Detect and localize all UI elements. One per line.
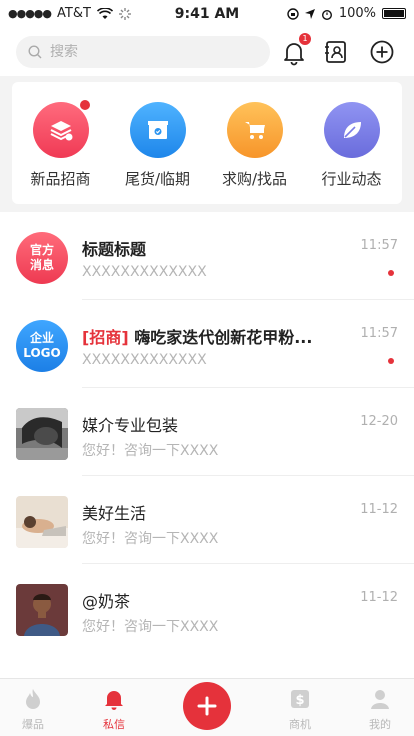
category-icon-bg [32, 102, 89, 158]
plus-icon [197, 696, 217, 716]
category-industry-news[interactable]: 行业动态 [303, 102, 400, 189]
avatar-text-line: LOGO [23, 346, 61, 360]
message-list: 官方 消息 标题标题 XXXXXXXXXXXXX 11:57 企业 LOGO [… [0, 212, 414, 678]
contacts-icon[interactable] [322, 38, 350, 66]
avatar-photo [16, 496, 68, 548]
new-dot [80, 100, 90, 110]
message-row-good-life[interactable]: 美好生活 您好！咨询一下XXXX 11-12 [0, 476, 414, 564]
orientation-lock-icon [287, 7, 299, 20]
leaf-icon [343, 122, 361, 138]
svg-text:$: $ [295, 693, 304, 708]
tab-hot-products[interactable]: 爆品 [3, 687, 63, 732]
layers-icon [50, 121, 72, 141]
message-preview: 您好！咨询一下XXXX [82, 619, 219, 635]
category-icon-bg [129, 102, 186, 158]
avatar-photo [16, 408, 68, 460]
battery-icon [382, 8, 406, 19]
avatar-photo [16, 584, 68, 636]
alarm-icon [321, 9, 332, 20]
message-row-enterprise[interactable]: 企业 LOGO [招商] 嗨吃家迭代创新花甲粉... XXXXXXXXXXXXX… [0, 300, 414, 388]
status-right: 100% [287, 6, 406, 21]
bell-icon [105, 691, 123, 710]
location-icon [304, 8, 315, 19]
message-row-official[interactable]: 官方 消息 标题标题 XXXXXXXXXXXXX 11:57 [0, 212, 414, 300]
message-title: 美好生活 [82, 504, 147, 523]
category-panel: 新品招商 尾货/临期 求购/找品 行业动态 [12, 82, 402, 204]
message-title: 媒介专业包装 [82, 416, 179, 435]
flame-icon [26, 689, 40, 709]
tab-profile[interactable]: 我的 [350, 687, 410, 732]
message-row-milk-tea[interactable]: @奶茶 您好！咨询一下XXXX 11-12 [0, 564, 414, 652]
category-label: 新品招商 [30, 170, 91, 188]
category-icon-bg [323, 102, 380, 158]
message-row-packaging[interactable]: 媒介专业包装 您好！咨询一下XXXX 12-20 [0, 388, 414, 476]
message-tag: [招商] [82, 328, 129, 347]
tab-messages[interactable]: 私信 [84, 687, 144, 732]
post-button[interactable] [183, 682, 231, 730]
message-preview: 您好！咨询一下XXXX [82, 531, 219, 547]
message-preview: XXXXXXXXXXXXX [82, 264, 207, 280]
tab-label: 商机 [289, 718, 311, 731]
tab-label: 爆品 [22, 718, 44, 731]
category-clearance[interactable]: 尾货/临期 [109, 102, 206, 189]
avatar-text-line: 企业 [29, 331, 54, 345]
message-time: 11:57 [360, 326, 398, 341]
message-time: 12-20 [360, 414, 398, 429]
box-icon [147, 121, 168, 139]
category-label: 尾货/临期 [124, 170, 191, 188]
person-icon [371, 690, 389, 709]
tab-label: 私信 [103, 718, 125, 731]
category-icon-bg [226, 102, 283, 158]
message-title: [招商] 嗨吃家迭代创新花甲粉... [82, 324, 332, 348]
search-bar[interactable] [16, 36, 270, 68]
add-icon[interactable] [368, 38, 396, 66]
battery-label: 100% [338, 6, 376, 21]
category-label: 求购/找品 [221, 170, 288, 188]
unread-dot [388, 270, 394, 276]
message-time: 11:57 [360, 238, 398, 253]
category-new-products[interactable]: 新品招商 [12, 100, 109, 189]
unread-dot [388, 358, 394, 364]
header: 1 [0, 28, 414, 76]
message-preview: 您好！咨询一下XXXX [82, 443, 219, 459]
search-input[interactable] [50, 44, 250, 60]
tab-label: 我的 [369, 718, 391, 731]
category-label: 行业动态 [321, 170, 382, 188]
cart-icon [244, 122, 265, 139]
notification-badge: 1 [299, 33, 311, 45]
category-purchase[interactable]: 求购/找品 [206, 102, 303, 189]
message-time: 11-12 [360, 590, 398, 605]
message-preview: XXXXXXXXXXXXX [82, 352, 207, 368]
message-title: 标题标题 [82, 240, 147, 259]
avatar-enterprise-logo: 企业 LOGO [16, 320, 68, 372]
avatar-official: 官方 消息 [16, 232, 68, 284]
search-icon [28, 45, 42, 59]
avatar-text-line: 消息 [29, 258, 54, 272]
message-time: 11-12 [360, 502, 398, 517]
tab-opportunities[interactable]: $ 商机 [270, 687, 330, 732]
status-bar: ●●●●● AT&T 9:41 AM 100% [0, 0, 414, 28]
message-title: @奶茶 [82, 592, 131, 611]
dollar-icon: $ [291, 690, 309, 708]
avatar-text-line: 官方 [29, 243, 54, 257]
message-title-text: 嗨吃家迭代创新花甲粉... [134, 328, 313, 347]
